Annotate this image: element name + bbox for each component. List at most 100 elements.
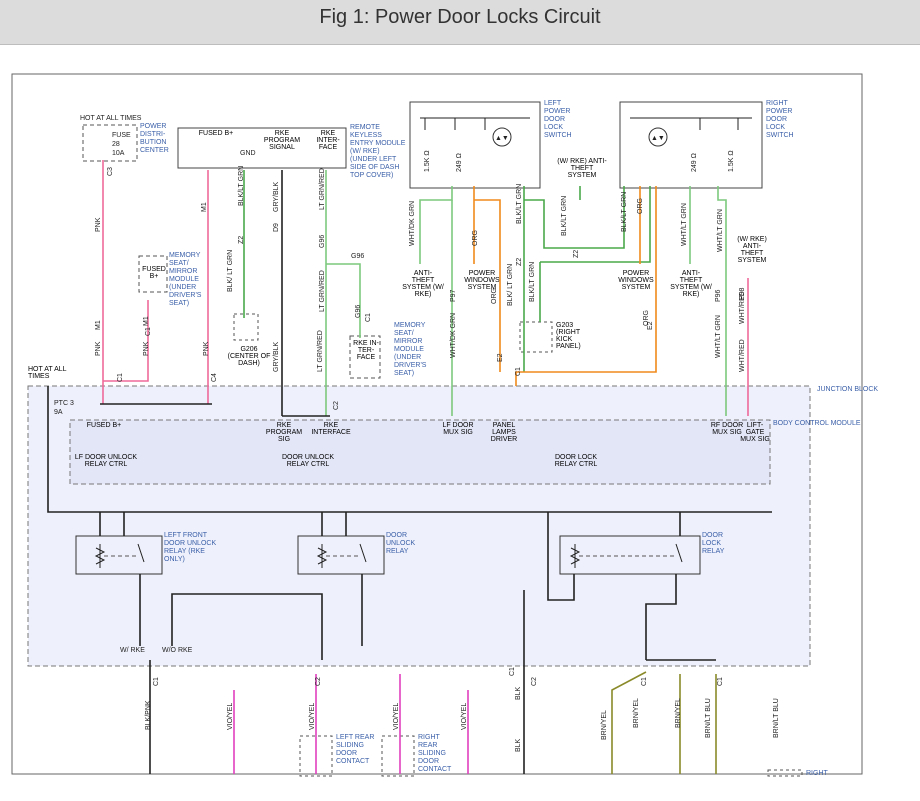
- wire-label: BLK/LT GRN: [516, 184, 523, 224]
- wire-label: VIO/YEL: [393, 703, 400, 730]
- door-unlock-ctrl: DOOR UNLOCK RELAY CTRL: [281, 454, 335, 468]
- page-title: Fig 1: Power Door Locks Circuit: [319, 6, 601, 28]
- rke-module-label: REMOTE KEYLESS ENTRY MODULE (W/ RKE) (UN…: [350, 124, 406, 179]
- wire-label: BRN/YEL: [633, 698, 640, 728]
- right-rear-label: RIGHT REAR SLIDING DOOR CONTACT: [418, 734, 452, 773]
- g206-label: G206 (CENTER OF DASH): [227, 346, 271, 367]
- wire-label: WHT/RED: [739, 339, 746, 372]
- right-switch-label: RIGHT POWER DOOR LOCK SWITCH: [766, 100, 794, 139]
- connector-label: C1: [515, 367, 522, 376]
- w-rke-label: W/ RKE: [120, 647, 145, 654]
- hot-label-2: HOT AT ALL TIMES: [28, 366, 67, 380]
- wire-label: Z2: [238, 236, 245, 244]
- connector-label: C1: [153, 677, 160, 686]
- connector-label: C1: [717, 677, 724, 686]
- wire-label: ORG: [472, 230, 479, 246]
- left-switch-box: [409, 101, 541, 189]
- wire-label: BLK/ LT GRN: [227, 250, 234, 292]
- wire-7: [326, 263, 361, 338]
- right-switch-box: [619, 101, 763, 189]
- circuit-diagram: JUNCTION BLOCK BODY CONTROL MODULE HOT A…: [11, 73, 878, 777]
- wire-label: WHT/LT GRN: [681, 203, 688, 246]
- g96-label: G96: [351, 253, 364, 260]
- wire-label: VIO/YEL: [309, 703, 316, 730]
- wire-label: BLK/ LT GRN: [507, 264, 514, 306]
- wire-label: GRY/BLK: [273, 181, 280, 212]
- right-r249: 249 Ω: [691, 153, 698, 172]
- memory-seat-label-2: MEMORY SEAT/ MIRROR MODULE (UNDER DRIVER…: [394, 322, 427, 377]
- wire-label: BLK/LT GRN: [238, 166, 245, 206]
- hot-label-1: HOT AT ALL TIMES: [80, 115, 142, 122]
- wire-label: BLK: [515, 686, 522, 700]
- bcm-rke-int: RKE INTERFACE: [311, 422, 351, 436]
- door-lock-ctrl: DOOR LOCK RELAY CTRL: [554, 454, 598, 468]
- rke-gnd: GND: [240, 150, 256, 157]
- anti-theft-right: ANTI- THEFT SYSTEM (W/ RKE): [670, 270, 712, 298]
- g206-box: [233, 313, 259, 341]
- wire-label: BRN/LT BLU: [773, 698, 780, 738]
- anti-theft-top: (W/ RKE) ANTI-THEFT SYSTEM: [557, 158, 607, 179]
- wire-label: VIO/YEL: [227, 703, 234, 730]
- anti-theft-far: (W/ RKE) ANTI- THEFT SYSTEM: [737, 236, 767, 264]
- pdc-box: [82, 124, 138, 162]
- bcm-rke-prog: RKE PROGRAM SIG: [265, 422, 303, 443]
- body-control-module: [69, 419, 771, 485]
- bcm-label: BODY CONTROL MODULE: [773, 420, 861, 427]
- rke-interface: RKE INTER- FACE: [316, 130, 340, 151]
- power-windows-right: POWER WINDOWS SYSTEM: [618, 270, 654, 291]
- wire-label: WHT/LT GRN: [715, 315, 722, 358]
- fuse-number: 28: [112, 141, 120, 148]
- title-bar: Fig 1: Power Door Locks Circuit: [0, 0, 920, 45]
- wire-label: LT GRN/RED: [319, 270, 326, 312]
- wire-label: BLK/LT GRN: [561, 196, 568, 236]
- wire-label: WHT/DK GRN: [409, 201, 416, 246]
- bcm-liftgate: LIFT- GATE MUX SIG: [740, 422, 770, 443]
- fuse-amp: 10A: [112, 150, 125, 157]
- wire-label: M1: [95, 320, 102, 330]
- left-r249: 249 Ω: [456, 153, 463, 172]
- wire-label: BLK: [515, 738, 522, 752]
- wire-label: PNK: [95, 341, 102, 356]
- wire-9: [419, 186, 453, 264]
- wire-label: Z2: [516, 258, 523, 266]
- memory-seat-label-1: MEMORY SEAT/ MIRROR MODULE (UNDER DRIVER…: [169, 252, 202, 307]
- wire-label: G96: [355, 305, 362, 318]
- bcm-fused: FUSED B+: [86, 422, 122, 429]
- connector-label: C1: [641, 677, 648, 686]
- wire-label: GRY/BLK: [273, 341, 280, 372]
- wire-label: LT GRN/RED: [317, 330, 324, 372]
- junction-block-label: JUNCTION BLOCK: [817, 386, 878, 393]
- connector-label: C2: [315, 677, 322, 686]
- wire-label: P97: [450, 289, 457, 302]
- led-icon-left: ▲▼: [495, 135, 509, 142]
- wire-14: [524, 186, 625, 249]
- wire-label: VIO/YEL: [461, 703, 468, 730]
- rke-program-signal: RKE PROGRAM SIGNAL: [263, 130, 301, 151]
- right-bottom-box: [767, 769, 803, 777]
- wire-label: BLK/PNK: [145, 700, 152, 730]
- right-rear-contact: [381, 735, 415, 777]
- left-switch-label: LEFT POWER DOOR LOCK SWITCH: [544, 100, 572, 139]
- rke-fused-bplus: FUSED B+: [198, 130, 234, 137]
- g203-label: G203 (RIGHT KICK PANEL): [556, 322, 581, 350]
- connector-label: C1: [365, 313, 372, 322]
- wire-label: P96: [715, 289, 722, 302]
- connector-label: C3: [107, 167, 114, 176]
- wo-rke-label: W/O RKE: [162, 647, 193, 654]
- wire-label: Z2: [573, 250, 580, 258]
- wire-label: PNK: [95, 217, 102, 232]
- wire-label: M1: [201, 202, 208, 212]
- lf-unlock-ctrl: LF DOOR UNLOCK RELAY CTRL: [74, 454, 138, 468]
- anti-theft-left: ANTI- THEFT SYSTEM (W/ RKE): [402, 270, 444, 298]
- wire-label: BRN/YEL: [601, 710, 608, 740]
- connector-label: C2: [531, 677, 538, 686]
- wire-label: LT GRN/RED: [319, 168, 326, 210]
- connector-label: C4: [211, 373, 218, 382]
- wire-label: BLK/LT GRN: [621, 192, 628, 232]
- left-rear-label: LEFT REAR SLIDING DOOR CONTACT: [336, 734, 375, 765]
- ptc-label: PTC 3: [54, 400, 74, 407]
- connector-label: C2: [333, 401, 340, 410]
- connector-label: C1: [145, 327, 152, 336]
- bcm-lf-mux: LF DOOR MUX SIG: [442, 422, 474, 436]
- led-icon-right: ▲▼: [651, 135, 665, 142]
